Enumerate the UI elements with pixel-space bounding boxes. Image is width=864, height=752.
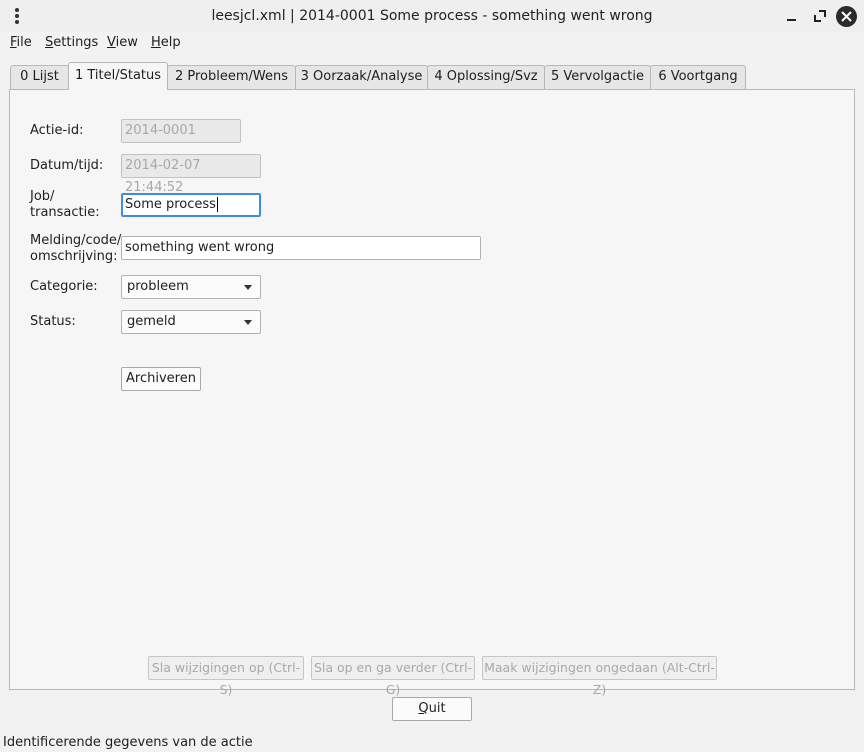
status-bar-text: Identificerende gegevens van de actie [3, 735, 253, 750]
menu-view-label: iew [115, 35, 138, 50]
categorie-value: probleem [127, 279, 189, 294]
quit-button[interactable]: Quit [392, 697, 472, 721]
close-icon[interactable] [836, 6, 857, 27]
tab-oplossing-svz[interactable]: 4 Oplossing/Svz [427, 65, 545, 89]
tab-oorzaak-analyse[interactable]: 3 Oorzaak/Analyse [295, 65, 428, 89]
undo-button[interactable]: Maak wijzigingen ongedaan (Alt-Ctrl-Z) [482, 656, 717, 697]
menu-settings[interactable]: Settings [45, 35, 98, 50]
job-label: Job/ transactie: [30, 189, 100, 221]
status-value: gemeld [127, 314, 176, 329]
tab-vervolgactie[interactable]: 5 Vervolgactie [544, 65, 651, 89]
tab-voortgang[interactable]: 6 Voortgang [650, 65, 746, 89]
actie-id-label: Actie-id: [30, 123, 84, 138]
job-transactie-value: Some process [125, 197, 216, 212]
minimize-icon[interactable] [782, 6, 802, 26]
datum-tijd-field[interactable]: 2014-02-07 21:44:52 [121, 154, 261, 195]
title-bar: leesjcl.xml | 2014-0001 Some process - s… [0, 0, 864, 32]
maximize-icon[interactable] [810, 6, 830, 26]
save-next-button[interactable]: Sla op en ga verder (Ctrl-G) [311, 656, 475, 697]
save-button[interactable]: Sla wijzigingen op (Ctrl-S) [148, 656, 304, 697]
job-transactie-field[interactable]: Some process [121, 193, 261, 217]
actie-id-field[interactable]: 2014-0001 [121, 119, 241, 143]
menu-view-mnemonic: V [107, 35, 116, 50]
melding-label-line2: omschrijving: [30, 249, 118, 264]
tab-titel-status[interactable]: 1 Titel/Status [68, 62, 168, 90]
menu-settings-label: ettings [53, 35, 99, 50]
quit-label: uit [428, 701, 446, 716]
quit-mnemonic: Q [418, 701, 429, 716]
chevron-down-icon [244, 320, 252, 325]
menu-bar: File Settings View Help [0, 32, 864, 54]
status-select[interactable]: gemeld [121, 310, 261, 334]
menu-file-label: ile [16, 35, 32, 50]
melding-label-line1: Melding/code/ [30, 233, 122, 248]
menu-help-mnemonic: H [151, 35, 161, 50]
categorie-label: Categorie: [30, 279, 98, 294]
menu-help-label: elp [160, 35, 181, 50]
melding-field[interactable]: something went wrong [121, 236, 481, 260]
text-cursor [216, 197, 218, 212]
tab-lijst[interactable]: 0 Lijst [10, 65, 69, 89]
melding-label: Melding/code/ omschrijving: [30, 233, 121, 265]
menu-view[interactable]: View [107, 35, 138, 50]
tab-probleem-wens[interactable]: 2 Probleem/Wens [167, 65, 296, 89]
chevron-down-icon [244, 285, 252, 290]
datum-tijd-label: Datum/tijd: [30, 158, 104, 173]
menu-help[interactable]: Help [151, 35, 181, 50]
archiveren-button[interactable]: Archiveren [121, 367, 201, 391]
categorie-select[interactable]: probleem [121, 275, 261, 299]
job-label-line1: Job/ [30, 189, 55, 204]
status-label: Status: [30, 314, 76, 329]
job-label-line2: transactie: [30, 205, 100, 220]
window-title: leesjcl.xml | 2014-0001 Some process - s… [211, 8, 653, 24]
menu-file[interactable]: File [10, 35, 32, 50]
